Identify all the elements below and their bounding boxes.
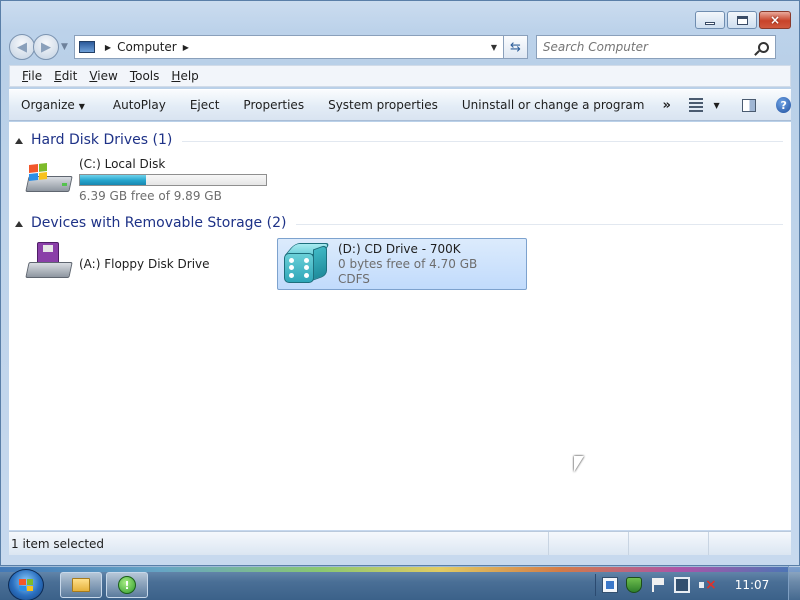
group-divider [296,224,783,225]
view-options-dropdown-icon[interactable]: ▼ [713,101,719,110]
status-bar: 1 item selected [9,531,791,555]
status-segment [549,532,629,555]
disk-usage-fill [80,175,146,185]
uninstall-program-button[interactable]: Uninstall or change a program [462,98,645,112]
dice-cd-icon [282,241,332,287]
explorer-window: × ◀ ▶ ▼ ▶ Computer ▶ ▼ ⇆ File Edit View … [0,0,800,566]
volume-muted-icon[interactable] [698,577,717,593]
collapse-triangle-icon[interactable] [15,220,23,227]
menu-tools[interactable]: Tools [124,69,166,83]
drive-name: (C:) Local Disk [79,157,166,171]
refresh-button[interactable]: ⇆ [503,35,528,59]
mouse-cursor-icon [574,456,584,472]
drive-free-space: 0 bytes free of 4.70 GB [338,257,478,271]
close-button[interactable]: × [759,11,791,29]
back-button[interactable]: ◀ [9,34,35,60]
drive-item-d[interactable]: (D:) CD Drive - 700K 0 bytes free of 4.7… [277,238,527,290]
app-icon: ! [118,576,136,594]
group-header-removable[interactable]: Devices with Removable Storage (2) [15,213,783,233]
shield-icon[interactable] [626,577,642,593]
properties-button[interactable]: Properties [243,98,304,112]
taskbar: ! 11:07 [0,566,800,600]
refresh-icon: ⇆ [509,39,521,55]
forward-arrow-icon: ▶ [41,39,51,55]
menu-view[interactable]: View [83,69,123,83]
disk-usage-bar [79,174,267,186]
menu-bar: File Edit View Tools Help [9,65,791,87]
group-divider [182,141,783,142]
menu-file[interactable]: File [16,69,48,83]
help-icon[interactable]: ? [776,97,791,113]
maximize-icon [736,15,748,25]
notification-area: 11:07 [589,566,800,600]
drive-filesystem: CDFS [338,272,370,286]
chevron-down-icon: ▼ [78,102,85,111]
address-bar[interactable]: ▶ Computer ▶ ▼ [73,35,504,59]
recent-pages-dropdown[interactable]: ▼ [61,42,68,52]
group-title: Hard Disk Drives (1) [31,132,173,148]
organize-button[interactable]: Organize ▼ [21,98,85,112]
file-list-pane: Hard Disk Drives (1) (C:) Local Disk 6.3… [9,122,791,530]
search-icon[interactable] [757,41,769,53]
navigation-bar: ◀ ▶ ▼ ▶ Computer ▶ ▼ ⇆ [9,33,791,61]
minimize-button[interactable] [695,11,725,29]
drive-name: (A:) Floppy Disk Drive [79,257,210,271]
drive-item-c[interactable]: (C:) Local Disk 6.39 GB free of 9.89 GB [25,154,275,206]
computer-icon [78,41,95,53]
document-icon[interactable] [602,577,618,593]
change-view-icon[interactable] [688,98,704,112]
drive-name: (D:) CD Drive - 700K [338,242,461,256]
maximize-button[interactable] [727,11,757,29]
status-text: 1 item selected [9,532,549,555]
hard-disk-windows-icon [25,162,73,198]
breadcrumb-separator-icon[interactable]: ▶ [105,43,111,52]
group-header-hard-disk[interactable]: Hard Disk Drives (1) [15,130,783,150]
folder-icon [72,578,90,592]
taskbar-app-button[interactable]: ! [106,572,148,598]
eject-button[interactable]: Eject [190,98,220,112]
autoplay-button[interactable]: AutoPlay [113,98,166,112]
windows-logo-icon [19,579,33,591]
close-icon: × [769,13,781,27]
search-box[interactable] [535,35,776,59]
drive-free-space: 6.39 GB free of 9.89 GB [79,189,222,203]
taskbar-explorer-button[interactable] [60,572,102,598]
collapse-triangle-icon[interactable] [15,137,23,144]
floppy-drive-icon [25,242,73,282]
caption-buttons: × [695,11,791,29]
start-button[interactable] [8,569,44,600]
show-desktop-button[interactable] [788,566,800,600]
minimize-icon [705,21,715,25]
menu-help[interactable]: Help [165,69,204,83]
address-history-dropdown-icon[interactable]: ▼ [485,43,503,52]
menu-edit[interactable]: Edit [48,69,83,83]
drive-item-a[interactable]: (A:) Floppy Disk Drive [25,238,275,290]
forward-button[interactable]: ▶ [33,34,59,60]
command-bar: Organize ▼ AutoPlay Eject Properties Syst… [9,89,791,121]
breadcrumb-separator-icon[interactable]: ▶ [183,43,189,52]
system-properties-button[interactable]: System properties [328,98,438,112]
search-input[interactable] [542,40,743,54]
breadcrumb-computer[interactable]: Computer [117,40,177,54]
more-commands-button[interactable]: » [662,98,670,113]
back-arrow-icon: ◀ [17,39,27,55]
taskbar-clock[interactable]: 11:07 [722,578,782,592]
flag-icon[interactable] [650,577,666,593]
preview-pane-icon[interactable] [741,98,757,112]
group-title: Devices with Removable Storage (2) [31,215,287,231]
status-segment [629,532,709,555]
network-icon[interactable] [674,577,690,593]
